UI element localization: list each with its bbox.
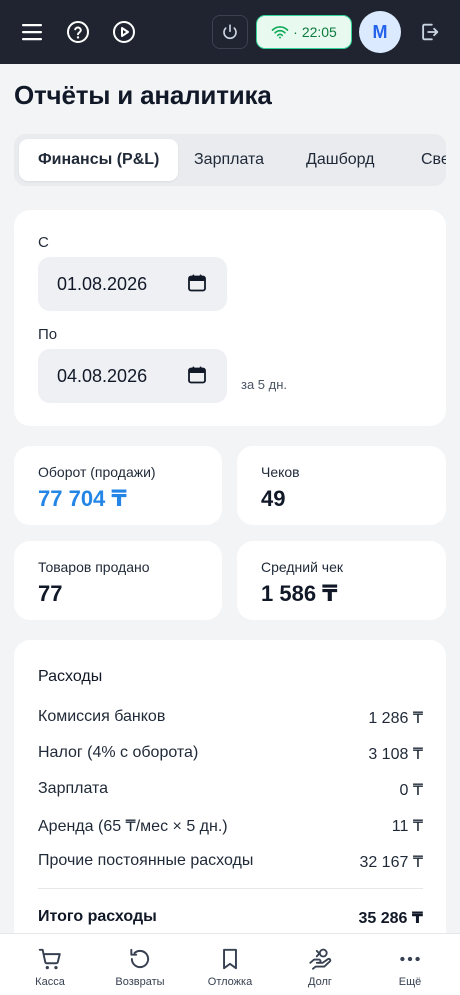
stat-label: Оборот (продажи) <box>38 464 156 480</box>
expense-value: 3 108 ₸ <box>368 746 423 763</box>
stat-value: 1 586 ₸ <box>261 581 338 606</box>
expense-value: 1 286 ₸ <box>368 710 423 727</box>
stat-card-items-sold: Товаров продано 77 <box>14 541 222 620</box>
expense-value: 11 ₸ <box>391 818 423 835</box>
bookmark-icon <box>223 948 237 970</box>
nav-item-deferred[interactable]: Отложка <box>184 934 276 995</box>
nav-label: Ещё <box>398 976 422 988</box>
expenses-total-row: Итого расходы 35 286 ₸ <box>38 908 423 928</box>
nav-item-more[interactable]: Ещё <box>364 934 456 995</box>
days-count-note: за 5 дн. <box>241 377 288 392</box>
to-date-input[interactable]: 04.08.2026 <box>38 349 227 403</box>
expense-label: Комиссия банков <box>38 708 166 725</box>
expense-row: Прочие постоянные расходы 32 167 ₸ <box>38 852 423 872</box>
expense-value: 32 167 ₸ <box>359 854 423 871</box>
expense-row: Зарплата 0 ₸ <box>38 780 423 800</box>
to-date-value: 04.08.2026 <box>57 365 148 386</box>
play-icon[interactable] <box>106 14 142 50</box>
stat-label: Чеков <box>261 464 300 480</box>
cart-icon <box>38 948 61 970</box>
expense-row: Аренда (65 ₸/мес × 5 дн.) 11 ₸ <box>38 816 423 836</box>
from-label: С <box>38 234 49 251</box>
expense-row: Налог (4% с оборота) 3 108 ₸ <box>38 744 423 764</box>
logout-icon[interactable] <box>418 19 442 45</box>
help-icon[interactable] <box>60 14 96 50</box>
stat-card-average-check: Средний чек 1 586 ₸ <box>237 541 446 620</box>
stat-value: 49 <box>261 486 286 511</box>
expense-value: 0 ₸ <box>399 782 423 799</box>
top-bar: · 22:05 M <box>0 0 460 64</box>
tab-dashboard[interactable]: Дашборд <box>306 139 375 181</box>
expenses-divider <box>38 888 423 889</box>
menu-icon[interactable] <box>14 14 50 50</box>
tab-salary[interactable]: Зарплата <box>194 139 264 181</box>
expense-label: Налог (4% с оборота) <box>38 744 199 761</box>
stat-value: 77 704 ₸ <box>38 486 127 511</box>
power-button[interactable] <box>212 15 248 49</box>
expenses-card: Расходы Комиссия банков 1 286 ₸ Налог (4… <box>14 640 446 960</box>
tab-summary[interactable]: Све <box>421 139 446 181</box>
nav-item-debt[interactable]: Долг <box>274 934 366 995</box>
return-icon <box>130 948 150 969</box>
date-range-card: С 01.08.2026 По 04.08.2026 за 5 дн. <box>14 210 446 426</box>
nav-label: Долг <box>308 976 332 988</box>
calendar-icon[interactable] <box>187 365 207 385</box>
page-title: Отчёты и аналитика <box>14 80 272 110</box>
stat-card-checks: Чеков 49 <box>237 446 446 525</box>
nav-label: Отложка <box>207 976 253 988</box>
stat-label: Средний чек <box>261 559 344 575</box>
expense-label: Прочие постоянные расходы <box>38 852 254 869</box>
tab-finance[interactable]: Финансы (P&L) <box>19 139 179 181</box>
stat-value: 77 <box>38 581 63 606</box>
from-date-input[interactable]: 01.08.2026 <box>38 257 227 311</box>
debt-hand-icon <box>309 948 332 970</box>
nav-label: Касса <box>35 976 65 988</box>
nav-label: Возвраты <box>115 976 165 988</box>
more-icon <box>400 956 420 962</box>
wifi-icon <box>271 26 289 39</box>
stat-card-turnover: Оборот (продажи) 77 704 ₸ <box>14 446 222 525</box>
expenses-title: Расходы <box>38 668 103 685</box>
stat-label: Товаров продано <box>38 559 150 575</box>
wifi-separator: · <box>293 24 298 40</box>
nav-item-returns[interactable]: Возвраты <box>94 934 186 995</box>
avatar[interactable]: M <box>359 11 401 53</box>
nav-item-cashier[interactable]: Касса <box>4 934 96 995</box>
report-tabs: Финансы (P&L) Зарплата Дашборд Све <box>14 134 446 186</box>
expense-label: Зарплата <box>38 780 109 797</box>
clock-time: 22:05 <box>301 24 337 40</box>
power-icon <box>223 24 237 40</box>
from-date-value: 01.08.2026 <box>57 273 148 294</box>
to-label: По <box>38 326 58 343</box>
expenses-total-value: 35 286 ₸ <box>358 910 423 927</box>
connection-status: · 22:05 <box>256 15 352 49</box>
calendar-icon[interactable] <box>187 273 207 293</box>
expenses-total-label: Итого расходы <box>38 908 157 925</box>
expense-row: Комиссия банков 1 286 ₸ <box>38 708 423 728</box>
expense-label: Аренда (65 ₸/мес × 5 дн.) <box>38 818 228 835</box>
bottom-nav: Касса Возвраты Отложка Долг Ещё <box>0 933 460 995</box>
